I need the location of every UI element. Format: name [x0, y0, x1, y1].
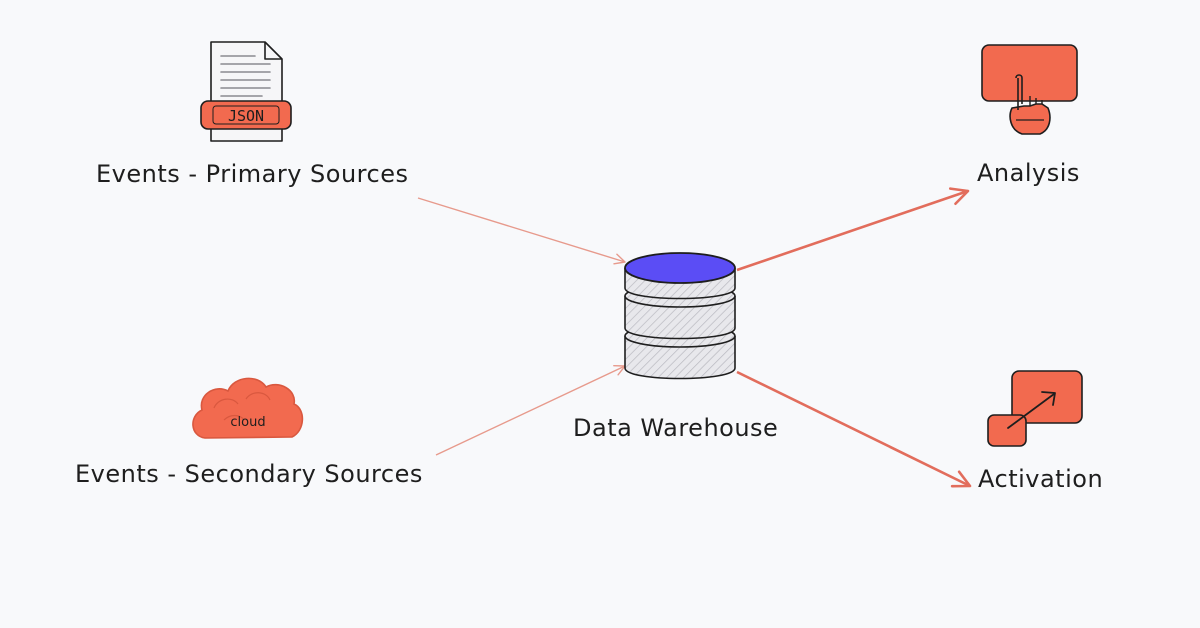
monitor-touch-icon — [981, 44, 1078, 135]
cloud-icon: cloud — [192, 377, 304, 439]
secondary-sources-label: Events - Secondary Sources — [75, 460, 423, 488]
diagram-canvas: JSON cloud — [192, 41, 1083, 488]
json-file-icon: JSON — [200, 41, 292, 142]
arrow-warehouse-to-analysis — [736, 187, 970, 272]
arrow-primary-to-warehouse — [417, 197, 626, 265]
json-tag-text: JSON — [228, 107, 264, 125]
analysis-label: Analysis — [977, 159, 1080, 187]
primary-sources-label: Events - Primary Sources — [96, 160, 409, 188]
launch-arrow-icon — [987, 370, 1083, 447]
cloud-tag-text: cloud — [230, 415, 265, 430]
database-icon — [624, 252, 736, 380]
activation-label: Activation — [978, 465, 1104, 493]
data-warehouse-label: Data Warehouse — [573, 414, 779, 442]
